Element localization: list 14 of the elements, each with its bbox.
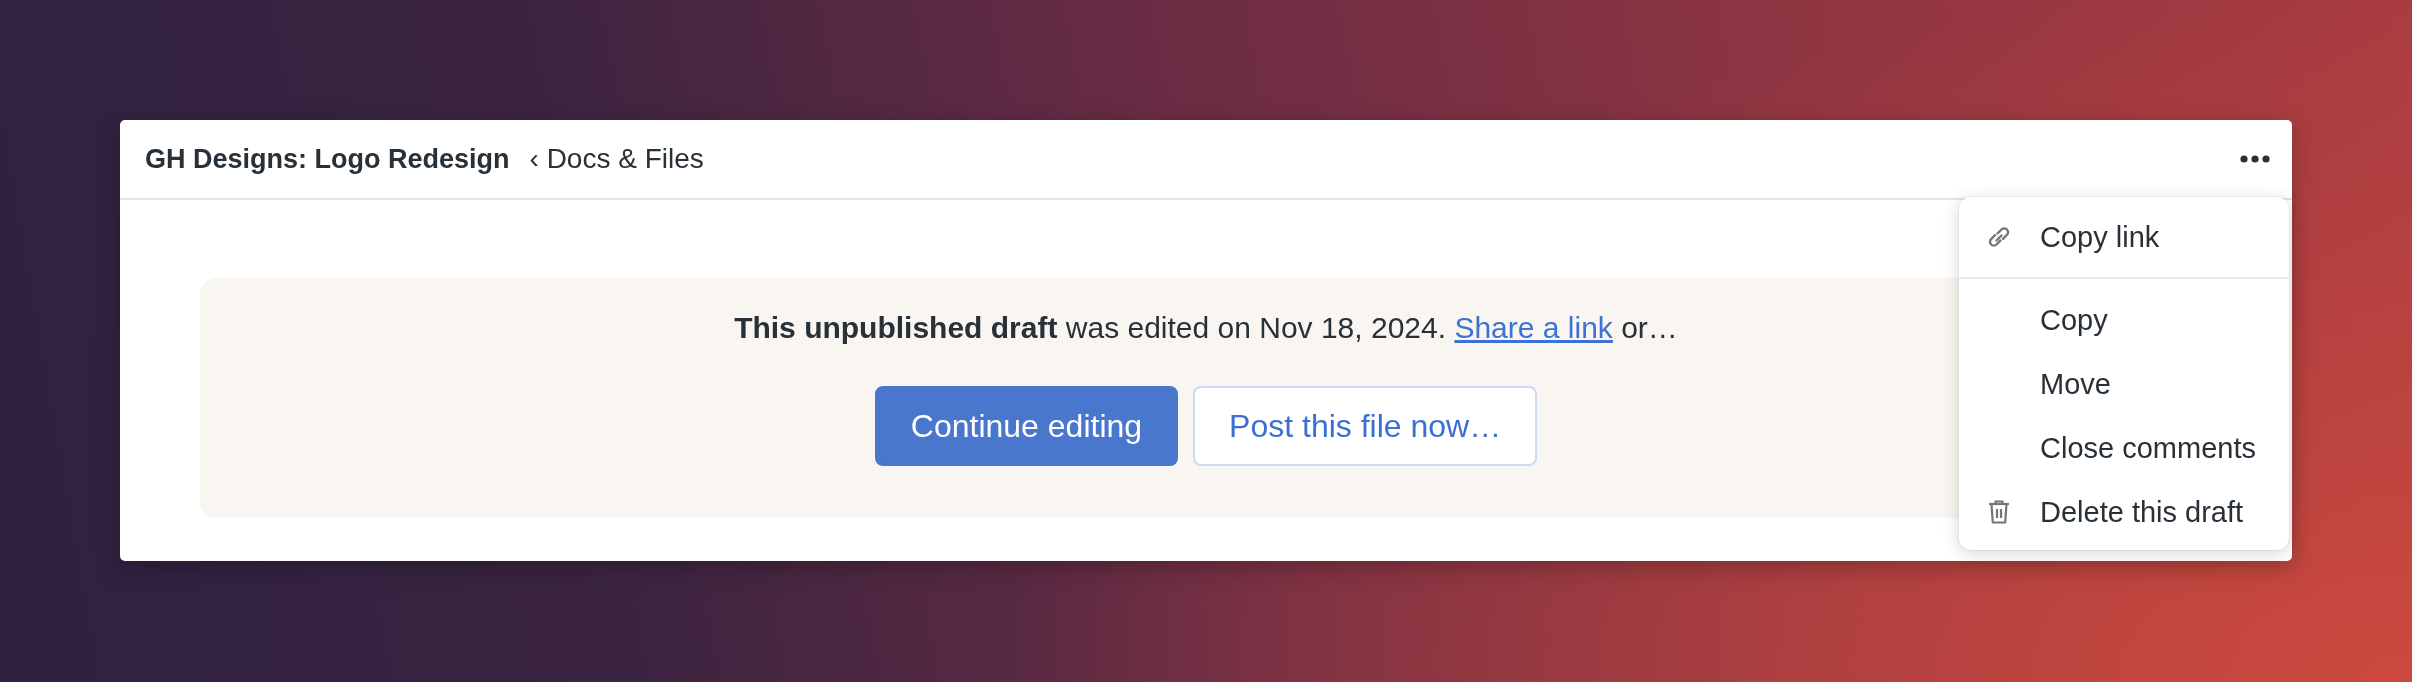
menu-item[interactable]: Copy link [1959, 205, 2289, 269]
menu-item[interactable]: Copy [1959, 288, 2289, 352]
menu-item[interactable]: Move [1959, 352, 2289, 416]
continue-button[interactable]: Continue editing [874, 386, 1179, 466]
project-title: GH Designs: Logo Redesign [145, 143, 510, 175]
breadcrumb-link[interactable]: ‹ Docs & Files [529, 143, 704, 175]
menu-item[interactable]: Delete this draft [1959, 480, 2289, 544]
share-link[interactable]: Share a link [1454, 311, 1613, 344]
menu-item[interactable]: Close comments [1959, 416, 2289, 480]
post-button[interactable]: Post this file now… [1193, 386, 1538, 466]
draft-notice: This unpublished draft was edited on Nov 18, 2024. Share a link or… [734, 310, 1678, 346]
link-icon [1987, 224, 2011, 250]
more-icon [2240, 155, 2270, 163]
trash-icon [1987, 499, 2011, 525]
